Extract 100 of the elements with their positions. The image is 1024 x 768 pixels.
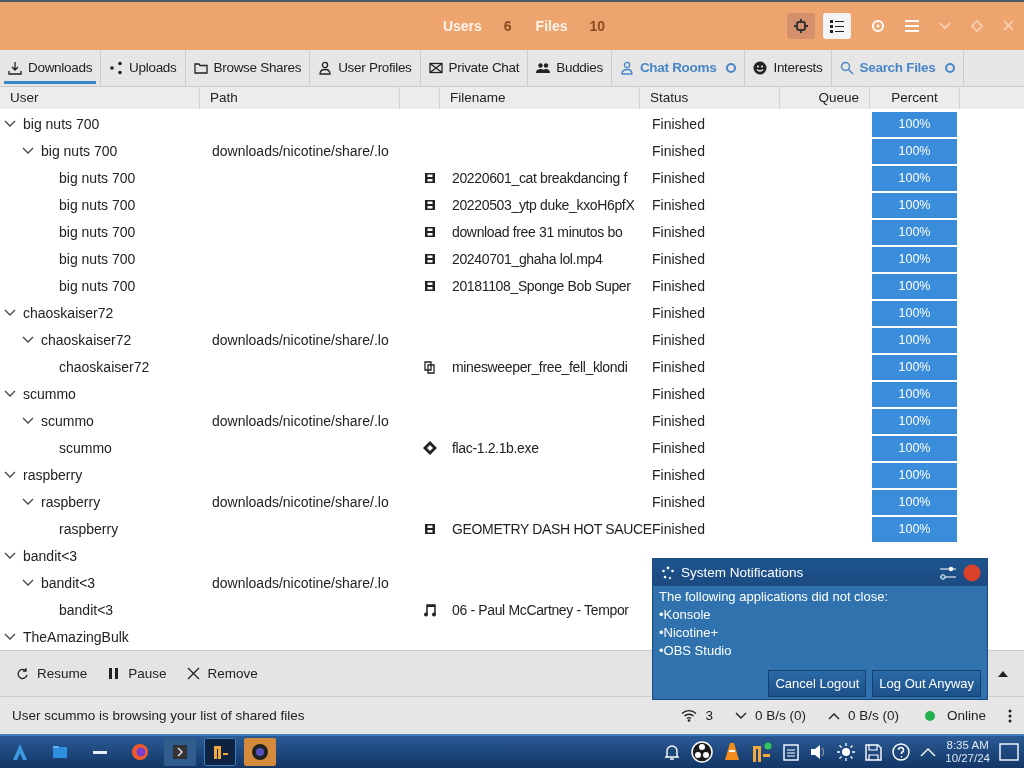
dialog-button[interactable]: Cancel Logout (768, 670, 867, 697)
status-cell: Finished (652, 251, 705, 268)
show-desktop-icon[interactable] (999, 743, 1019, 761)
filename-cell: 20240701_ghaha lol.mp4 (452, 251, 603, 268)
percent-label: 100% (898, 171, 931, 186)
traffic-cone-icon[interactable] (723, 742, 742, 762)
status-cell: Finished (652, 440, 705, 457)
status-cell: Finished (652, 170, 705, 187)
expander-icon[interactable] (4, 552, 16, 561)
percent-label: 100% (898, 144, 931, 159)
expander-icon[interactable] (22, 336, 34, 345)
expander-icon[interactable] (22, 579, 34, 588)
sliders-icon[interactable] (939, 564, 957, 581)
expander-icon[interactable] (4, 309, 16, 318)
filename-cell: download free 31 minutos bo (452, 224, 623, 241)
stat-label: Files (535, 17, 568, 34)
connection-count: 3 (705, 708, 713, 724)
status-message: User scummo is browsing your list of shared files (12, 708, 305, 724)
taskbar-app[interactable] (244, 738, 276, 766)
expander-icon[interactable] (22, 147, 34, 156)
status-cell: Finished (652, 494, 705, 511)
column-header[interactable]: Filename (440, 86, 640, 109)
percent-label: 100% (898, 414, 931, 429)
column-header[interactable]: Status (640, 86, 780, 109)
clock-time[interactable]: 8:35 AM (946, 739, 989, 752)
path-cell: downloads/nicotine/share/.lo (212, 143, 389, 160)
caret-up-icon[interactable] (998, 670, 1008, 677)
user-cell: big nuts 700 (23, 116, 100, 133)
path-cell: downloads/nicotine/share/.lo (212, 413, 389, 430)
percent-label: 100% (898, 306, 931, 321)
status-cell: Finished (652, 521, 705, 538)
percent-label: 100% (898, 495, 931, 510)
status-cell: Finished (652, 197, 705, 214)
chevron-up-icon[interactable] (920, 747, 937, 757)
brightness-icon[interactable] (837, 743, 856, 761)
expander-icon[interactable] (4, 120, 16, 129)
plugin-icon (794, 18, 808, 33)
taskbar-app[interactable] (204, 738, 236, 766)
expander-icon[interactable] (22, 498, 34, 507)
expander-icon[interactable] (4, 471, 16, 480)
status-cell: Finished (652, 332, 705, 349)
percent-label: 100% (898, 198, 931, 213)
user-cell: chaoskaiser72 (41, 332, 132, 349)
action-button[interactable]: Resume (8, 660, 96, 688)
upload-speed: 0 B/s (0) (847, 708, 899, 724)
expander-icon[interactable] (4, 633, 16, 642)
user-cell: scummo (41, 413, 94, 430)
column-header[interactable]: Percent (870, 86, 960, 109)
column-header[interactable]: Path (200, 86, 400, 109)
tab[interactable]: Downloads (0, 49, 102, 86)
tab[interactable]: User Profiles (310, 49, 421, 86)
notification-text: The following applications did not close: (659, 588, 890, 606)
user-cell: chaoskaiser72 (23, 305, 114, 322)
path-cell: downloads/nicotine/share/.lo (212, 494, 389, 511)
online-status[interactable]: Online (946, 708, 986, 724)
recorder-icon[interactable] (691, 741, 714, 763)
action-button[interactable]: Pause (99, 660, 175, 688)
plugin-view-button[interactable] (787, 12, 815, 39)
user-cell: big nuts 700 (59, 170, 136, 187)
user-cell: raspberry (23, 467, 83, 484)
list-view-button[interactable] (823, 12, 851, 39)
save-icon[interactable] (865, 743, 883, 761)
wifi-icon (681, 709, 698, 723)
user-cell: big nuts 700 (59, 251, 136, 268)
help-icon[interactable] (892, 743, 911, 761)
column-header[interactable]: User (0, 86, 200, 109)
filename-cell: 20181108_Sponge Bob Super (452, 278, 631, 295)
user-cell: scummo (59, 440, 112, 457)
percent-label: 100% (898, 279, 931, 294)
clipboard-icon[interactable] (783, 743, 800, 761)
path-cell: downloads/nicotine/share/.lo (212, 575, 389, 592)
expander-icon[interactable] (4, 390, 16, 399)
tab[interactable]: Private Chat (420, 49, 529, 86)
bell-icon[interactable] (663, 743, 682, 761)
expander-icon[interactable] (22, 417, 34, 426)
filename-cell: 20220503_ytp duke_kxoH6pfX (452, 197, 635, 214)
user-cell: scummo (23, 386, 76, 403)
column-header[interactable]: Queue (780, 86, 870, 109)
tab[interactable]: Interests (745, 49, 832, 86)
percent-label: 100% (898, 117, 931, 132)
dialog-button[interactable]: Log Out Anyway (872, 670, 981, 697)
stat-label: Users (442, 17, 482, 34)
tab[interactable]: Buddies (528, 49, 612, 86)
user-cell: bandit<3 (23, 548, 78, 565)
user-cell: raspberry (41, 494, 101, 511)
user-cell: raspberry (59, 521, 119, 538)
action-button[interactable]: Remove (178, 660, 266, 688)
user-cell: bandit<3 (59, 602, 114, 619)
status-cell: Finished (652, 278, 705, 295)
percent-label: 100% (898, 387, 931, 402)
tab[interactable]: Uploads (101, 49, 186, 86)
more-icon[interactable] (1008, 708, 1012, 723)
filename-cell: GEOMETRY DASH HOT SAUCE (452, 521, 652, 538)
status-cell: Finished (652, 224, 705, 241)
clock-date[interactable]: 10/27/24 (945, 752, 990, 765)
tab[interactable]: Browse Shares (185, 49, 311, 86)
user-cell: bandit<3 (41, 575, 96, 592)
app-icon[interactable] (751, 741, 774, 763)
status-cell: Finished (652, 116, 705, 133)
status-cell: Finished (652, 386, 705, 403)
